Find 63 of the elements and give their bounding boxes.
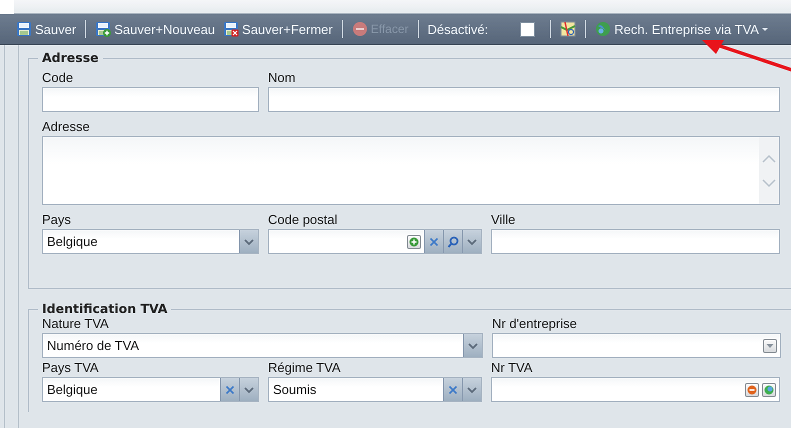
combo-box[interactable]: [268, 229, 482, 254]
floppy-close-icon: [223, 21, 240, 37]
map-icon: [560, 21, 576, 37]
field-label: Nature TVA: [42, 316, 110, 332]
input-field[interactable]: [42, 87, 259, 112]
field-label: Régime TVA: [268, 360, 342, 376]
clear-button[interactable]: [424, 230, 443, 253]
toolbar-button[interactable]: Sauver+Nouveau: [93, 19, 218, 39]
field-label: Nr TVA: [491, 360, 534, 376]
globe-icon: [764, 384, 774, 394]
floppy-plus-icon: [95, 21, 112, 37]
section-title: Adresse: [38, 50, 103, 65]
clear-button[interactable]: [220, 378, 239, 401]
field-label: Nr d'entreprise: [492, 316, 578, 332]
scroll-down-icon: [762, 178, 776, 188]
clear-icon: [428, 236, 440, 248]
add-icon: [409, 236, 419, 246]
dropdown-button[interactable]: [763, 338, 777, 352]
field-label: Ville: [491, 212, 516, 228]
toolbar-button[interactable]: Sauver+Fermer: [221, 19, 335, 39]
input-field[interactable]: [268, 87, 780, 112]
combo-box[interactable]: Numéro de TVA: [42, 333, 483, 358]
checkbox-label: Désactivé:: [428, 22, 488, 36]
search-icon: [447, 236, 459, 248]
minus-circle-icon: [352, 21, 368, 37]
toolbar-button[interactable]: Sauver: [14, 19, 78, 39]
map-button[interactable]: [558, 19, 578, 39]
globe-icon: [595, 21, 612, 37]
dropdown-button[interactable]: [462, 378, 481, 401]
remove-button[interactable]: [745, 382, 759, 396]
field-label: Nom: [268, 70, 296, 86]
combo-box[interactable]: [491, 377, 780, 402]
search-menu-button[interactable]: Rech. Entreprise via TVA: [593, 19, 770, 39]
caret-icon: [762, 28, 768, 30]
field-label: Adresse: [42, 119, 91, 135]
checkbox[interactable]: [520, 22, 536, 36]
dropdown-button[interactable]: [239, 230, 258, 253]
scroll-up-icon: [762, 154, 776, 164]
globe-button[interactable]: [762, 382, 776, 396]
field-label: Pays TVA: [42, 360, 100, 376]
dropdown-button[interactable]: [239, 378, 258, 401]
text-area[interactable]: [42, 136, 780, 205]
combo-box[interactable]: Belgique: [42, 229, 259, 254]
input-field[interactable]: [491, 229, 780, 254]
section-title: Identification TVA: [38, 301, 172, 316]
field-label: Pays: [42, 212, 72, 228]
field-value: Belgique: [47, 382, 99, 397]
clear-icon: [224, 384, 236, 396]
remove-icon: [747, 384, 757, 394]
search-button[interactable]: [443, 230, 462, 253]
clear-button[interactable]: [443, 378, 462, 401]
field-label: Code postal: [268, 212, 338, 228]
combo-box[interactable]: Belgique: [42, 377, 259, 402]
field-label: Code: [42, 70, 74, 86]
add-button[interactable]: [407, 234, 421, 248]
dropdown-button[interactable]: [462, 230, 481, 253]
field-value: Numéro de TVA: [47, 338, 140, 353]
combo-box[interactable]: Soumis: [268, 377, 482, 402]
dropdown-button[interactable]: [463, 334, 482, 357]
field-value: Soumis: [273, 382, 318, 397]
combo-box[interactable]: [492, 333, 781, 358]
field-value: Belgique: [47, 234, 99, 249]
clear-icon: [447, 384, 459, 396]
